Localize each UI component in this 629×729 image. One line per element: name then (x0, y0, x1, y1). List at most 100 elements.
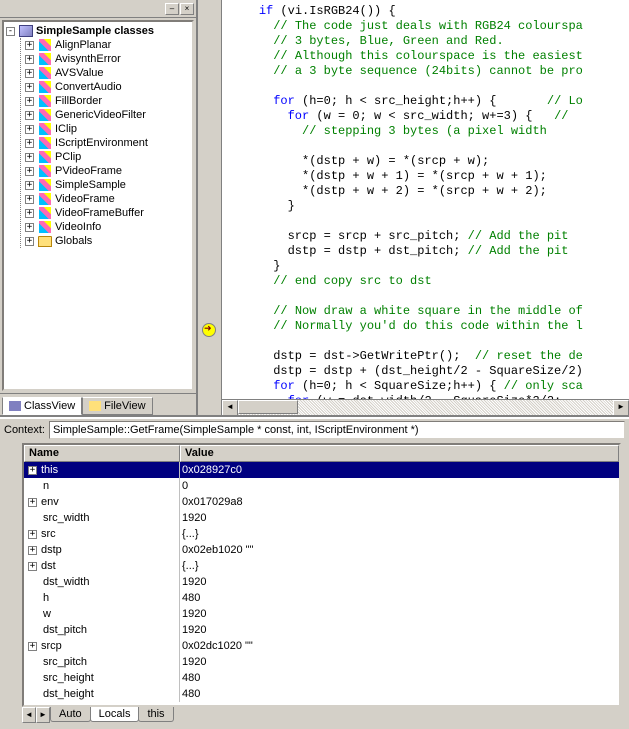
tree-root-node[interactable]: - SimpleSample classes (6, 24, 190, 38)
scrollbar-track[interactable] (238, 400, 613, 415)
expand-icon[interactable]: + (25, 83, 34, 92)
variable-row[interactable]: src_height480 (24, 670, 619, 686)
code-line[interactable]: // 3 bytes, Blue, Green and Red. (230, 34, 629, 49)
expand-icon[interactable]: + (25, 125, 34, 134)
variables-grid[interactable]: Name Value +this0x028927c0n0+env0x017029… (22, 443, 621, 707)
variable-row[interactable]: +src{...} (24, 526, 619, 542)
tree-item[interactable]: +GenericVideoFilter (25, 108, 190, 122)
expand-icon[interactable]: + (25, 69, 34, 78)
code-line[interactable]: dstp = dstp + (dst_height/2 - SquareSize… (230, 364, 629, 379)
expand-icon[interactable]: + (25, 41, 34, 50)
expand-icon[interactable]: + (25, 153, 34, 162)
header-name[interactable]: Name (24, 445, 180, 462)
expand-icon[interactable]: + (25, 223, 34, 232)
code-line[interactable]: for (h=0; h < SquareSize;h++) { // only … (230, 379, 629, 394)
expand-icon[interactable]: + (28, 642, 37, 651)
tree-item[interactable]: +PVideoFrame (25, 164, 190, 178)
tree-globals[interactable]: +Globals (25, 234, 190, 248)
tab-auto[interactable]: Auto (50, 707, 91, 722)
tab-classview[interactable]: ClassView (2, 397, 82, 415)
expand-icon[interactable]: + (25, 97, 34, 106)
expand-icon[interactable]: + (28, 498, 37, 507)
variable-row[interactable]: +srcp0x02dc1020 "" (24, 638, 619, 654)
variable-row[interactable]: src_pitch1920 (24, 654, 619, 670)
tree-item[interactable]: +FillBorder (25, 94, 190, 108)
code-editor[interactable]: if (vi.IsRGB24()) { // The code just dea… (198, 0, 629, 415)
scroll-right-button[interactable]: ► (613, 400, 629, 415)
header-value[interactable]: Value (180, 445, 619, 462)
expand-icon[interactable]: + (25, 167, 34, 176)
tree-item[interactable]: +AVSValue (25, 66, 190, 80)
variable-row[interactable]: n0 (24, 478, 619, 494)
code-line[interactable]: // Normally you'd do this code within th… (230, 319, 629, 334)
expand-icon[interactable]: + (25, 181, 34, 190)
code-line[interactable]: for (h=0; h < src_height;h++) { // Lo (230, 94, 629, 109)
variable-row[interactable]: src_width1920 (24, 510, 619, 526)
code-content[interactable]: if (vi.IsRGB24()) { // The code just dea… (222, 0, 629, 415)
tree-item[interactable]: +IScriptEnvironment (25, 136, 190, 150)
panel-minimize-button[interactable]: – (165, 3, 179, 15)
variable-row[interactable]: dst_height480 (24, 686, 619, 702)
expand-icon[interactable]: + (28, 562, 37, 571)
expand-icon[interactable]: + (25, 111, 34, 120)
tree-item[interactable]: +VideoInfo (25, 220, 190, 234)
tree-item[interactable]: +IClip (25, 122, 190, 136)
code-line[interactable]: // a 3 byte sequence (24bits) cannot be … (230, 64, 629, 79)
variable-row[interactable]: +dstp0x02eb1020 "" (24, 542, 619, 558)
code-line[interactable] (230, 214, 629, 229)
code-line[interactable]: dstp = dstp + dst_pitch; // Add the pit (230, 244, 629, 259)
tree-item[interactable]: +PClip (25, 150, 190, 164)
scrollbar-thumb[interactable] (238, 400, 298, 414)
tab-scroll-right[interactable]: ► (36, 707, 50, 723)
tab-fileview[interactable]: FileView (82, 397, 152, 415)
code-line[interactable]: } (230, 199, 629, 214)
variable-row[interactable]: +dst{...} (24, 558, 619, 574)
class-tree[interactable]: - SimpleSample classes +AlignPlanar+Avis… (2, 20, 194, 391)
expand-icon[interactable]: + (28, 546, 37, 555)
variable-row[interactable]: dst_width1920 (24, 574, 619, 590)
expand-icon[interactable]: + (28, 466, 37, 475)
tab-scroll-left[interactable]: ◄ (22, 707, 36, 723)
expand-icon[interactable]: + (25, 237, 34, 246)
code-line[interactable]: } (230, 259, 629, 274)
horizontal-scrollbar[interactable]: ◄ ► (222, 399, 629, 415)
code-line[interactable]: dstp = dst->GetWritePtr(); // reset the … (230, 349, 629, 364)
expand-icon[interactable]: + (25, 55, 34, 64)
expand-icon[interactable]: + (28, 530, 37, 539)
variable-row[interactable]: +this0x028927c0 (24, 462, 619, 478)
panel-close-button[interactable]: × (180, 3, 194, 15)
code-line[interactable] (230, 79, 629, 94)
expand-icon[interactable]: - (6, 27, 15, 36)
expand-icon[interactable]: + (25, 209, 34, 218)
code-line[interactable]: // end copy src to dst (230, 274, 629, 289)
code-line[interactable]: // Now draw a white square in the middle… (230, 304, 629, 319)
variable-row[interactable]: h480 (24, 590, 619, 606)
code-line[interactable]: *(dstp + w + 2) = *(srcp + w + 2); (230, 184, 629, 199)
tab-locals[interactable]: Locals (90, 707, 140, 722)
code-line[interactable]: if (vi.IsRGB24()) { (230, 4, 629, 19)
variable-row[interactable]: w1920 (24, 606, 619, 622)
tree-item[interactable]: +SimpleSample (25, 178, 190, 192)
code-line[interactable] (230, 139, 629, 154)
code-line[interactable]: // Although this colourspace is the easi… (230, 49, 629, 64)
variable-row[interactable]: dst_pitch1920 (24, 622, 619, 638)
expand-icon[interactable]: + (25, 195, 34, 204)
code-line[interactable]: for (w = 0; w < src_width; w+=3) { // (230, 109, 629, 124)
tab-this[interactable]: this (138, 707, 173, 722)
execution-pointer-icon[interactable] (202, 323, 216, 337)
code-line[interactable] (230, 334, 629, 349)
scroll-left-button[interactable]: ◄ (222, 400, 238, 415)
tree-item[interactable]: +AvisynthError (25, 52, 190, 66)
code-line[interactable]: srcp = srcp + src_pitch; // Add the pit (230, 229, 629, 244)
code-line[interactable]: // The code just deals with RGB24 colour… (230, 19, 629, 34)
code-line[interactable]: *(dstp + w + 1) = *(srcp + w + 1); (230, 169, 629, 184)
code-line[interactable]: // stepping 3 bytes (a pixel width (230, 124, 629, 139)
tree-item[interactable]: +VideoFrameBuffer (25, 206, 190, 220)
code-line[interactable] (230, 289, 629, 304)
tree-item[interactable]: +AlignPlanar (25, 38, 190, 52)
expand-icon[interactable]: + (25, 139, 34, 148)
context-input[interactable] (49, 421, 625, 439)
variable-row[interactable]: +env0x017029a8 (24, 494, 619, 510)
code-gutter[interactable] (198, 0, 222, 415)
tree-item[interactable]: +ConvertAudio (25, 80, 190, 94)
